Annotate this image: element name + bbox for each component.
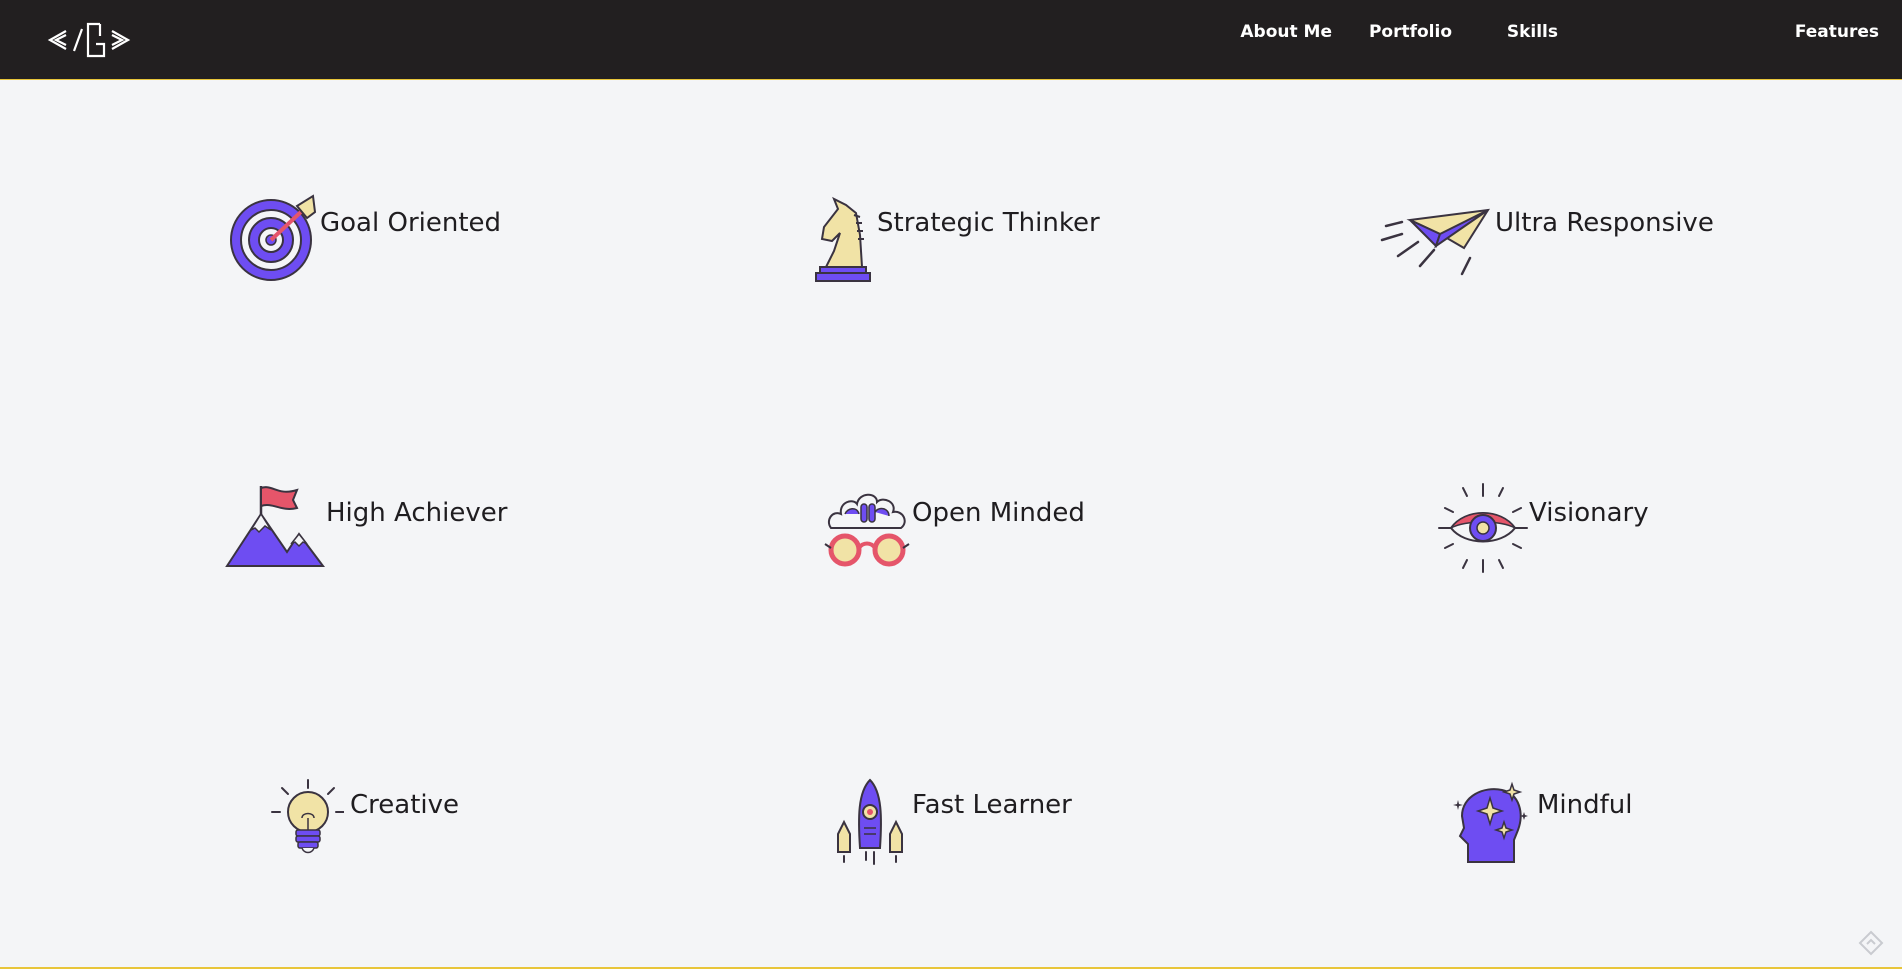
chess-knight-icon	[815, 196, 871, 282]
rocket-icon	[837, 778, 903, 865]
feature-label: Creative	[350, 790, 460, 820]
top-navbar: About Me Portfolio Skills Features	[0, 0, 1902, 80]
target-icon	[230, 194, 317, 281]
feature-label: Ultra Responsive	[1495, 208, 1714, 238]
lightbulb-icon	[271, 779, 344, 854]
feature-ultra-responsive: Ultra Responsive	[1380, 200, 1720, 300]
logo-icon[interactable]	[46, 18, 136, 62]
feature-goal-oriented: Goal Oriented	[225, 190, 525, 290]
feature-label: Strategic Thinker	[877, 208, 1100, 238]
feature-creative: Creative	[270, 778, 570, 878]
mountain-flag-icon	[225, 486, 325, 567]
feature-label: Mindful	[1537, 790, 1633, 820]
scroll-to-top-icon[interactable]	[1858, 930, 1884, 956]
feature-strategic-thinker: Strategic Thinker	[812, 195, 1152, 295]
feature-high-achiever: High Achiever	[225, 482, 525, 582]
feature-label: Visionary	[1529, 498, 1649, 528]
feature-label: Open Minded	[912, 498, 1085, 528]
nav-features[interactable]: Features	[1795, 22, 1879, 42]
head-sparkle-icon	[1453, 781, 1528, 863]
nav-skills[interactable]: Skills	[1507, 22, 1558, 42]
feature-label: High Achiever	[326, 498, 508, 528]
feature-mindful: Mindful	[1452, 778, 1752, 878]
nav-about-me[interactable]: About Me	[1240, 22, 1332, 42]
brain-glasses-icon	[824, 493, 910, 567]
eye-icon	[1438, 483, 1528, 573]
feature-fast-learner: Fast Learner	[832, 778, 1132, 878]
feature-open-minded: Open Minded	[823, 484, 1123, 584]
paper-plane-icon	[1380, 208, 1490, 276]
feature-label: Fast Learner	[912, 790, 1072, 820]
feature-visionary: Visionary	[1437, 482, 1737, 582]
nav-portfolio[interactable]: Portfolio	[1369, 22, 1452, 42]
feature-label: Goal Oriented	[320, 208, 502, 238]
